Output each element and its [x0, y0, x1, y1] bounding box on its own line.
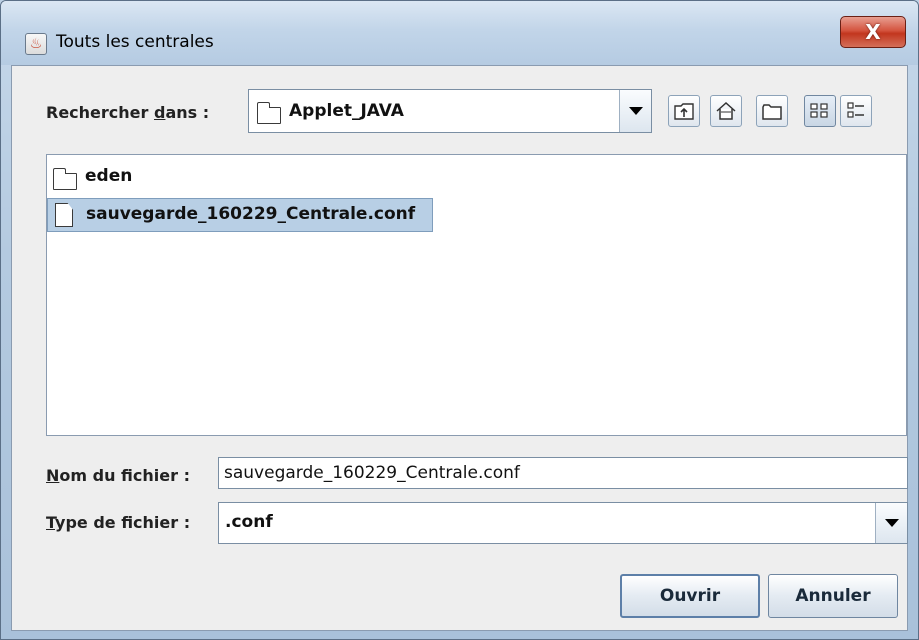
home-icon — [716, 101, 736, 120]
list-view-icon — [810, 103, 828, 118]
file-name: eden — [85, 166, 133, 186]
filetype-value: .conf — [225, 512, 273, 532]
filetype-dropdown-arrow[interactable] — [875, 503, 907, 543]
close-button[interactable]: X — [840, 16, 906, 48]
chevron-down-icon — [628, 107, 643, 115]
look-in-combo[interactable]: Applet_JAVA — [248, 89, 652, 133]
new-folder-icon — [762, 104, 782, 120]
look-in-dropdown-arrow[interactable] — [619, 90, 651, 132]
list-item-folder[interactable]: eden — [47, 161, 187, 195]
filetype-label: Type de fichier : — [46, 513, 190, 532]
file-icon — [55, 203, 73, 227]
look-in-label-pre: Rechercher — [46, 103, 154, 122]
cancel-button[interactable]: Annuler — [768, 574, 898, 618]
file-list[interactable]: eden sauvegarde_160229_Centrale.conf — [46, 154, 907, 436]
file-name: sauvegarde_160229_Centrale.conf — [86, 204, 416, 224]
window-title: Touts les centrales — [56, 32, 214, 52]
details-view-icon — [847, 102, 864, 118]
filename-input[interactable]: sauvegarde_160229_Centrale.conf — [218, 457, 908, 489]
open-button[interactable]: Ouvrir — [620, 574, 760, 618]
up-one-level-button[interactable] — [668, 95, 700, 127]
home-button[interactable] — [710, 95, 742, 127]
filetype-label-rest: ype de fichier : — [55, 513, 191, 532]
folder-icon — [256, 102, 281, 124]
title-bar[interactable]: ♨ Touts les centrales X — [1, 1, 918, 65]
filename-label-rest: om du fichier : — [59, 466, 190, 485]
filename-label-mnemonic: N — [46, 466, 60, 485]
up-folder-icon — [674, 103, 694, 120]
filetype-combo[interactable]: .conf — [218, 502, 908, 544]
filetype-label-mnemonic: T — [46, 513, 56, 532]
look-in-label: Rechercher dans : — [46, 103, 209, 122]
look-in-label-post: ans : — [165, 103, 210, 122]
file-chooser-window: ♨ Touts les centrales X Rechercher dans … — [0, 0, 919, 640]
look-in-value: Applet_JAVA — [289, 101, 404, 121]
list-item-file[interactable]: sauvegarde_160229_Centrale.conf — [47, 198, 433, 232]
folder-icon — [52, 168, 77, 190]
details-view-button[interactable] — [840, 95, 872, 127]
list-view-button[interactable] — [804, 95, 836, 127]
dialog-content: Rechercher dans : Applet_JAVA eden sauve… — [11, 65, 908, 631]
chevron-down-icon — [884, 519, 899, 527]
java-app-icon: ♨ — [25, 33, 47, 55]
look-in-label-mnemonic: d — [153, 103, 166, 122]
filename-label: Nom du fichier : — [46, 466, 190, 485]
new-folder-button[interactable] — [756, 95, 788, 127]
